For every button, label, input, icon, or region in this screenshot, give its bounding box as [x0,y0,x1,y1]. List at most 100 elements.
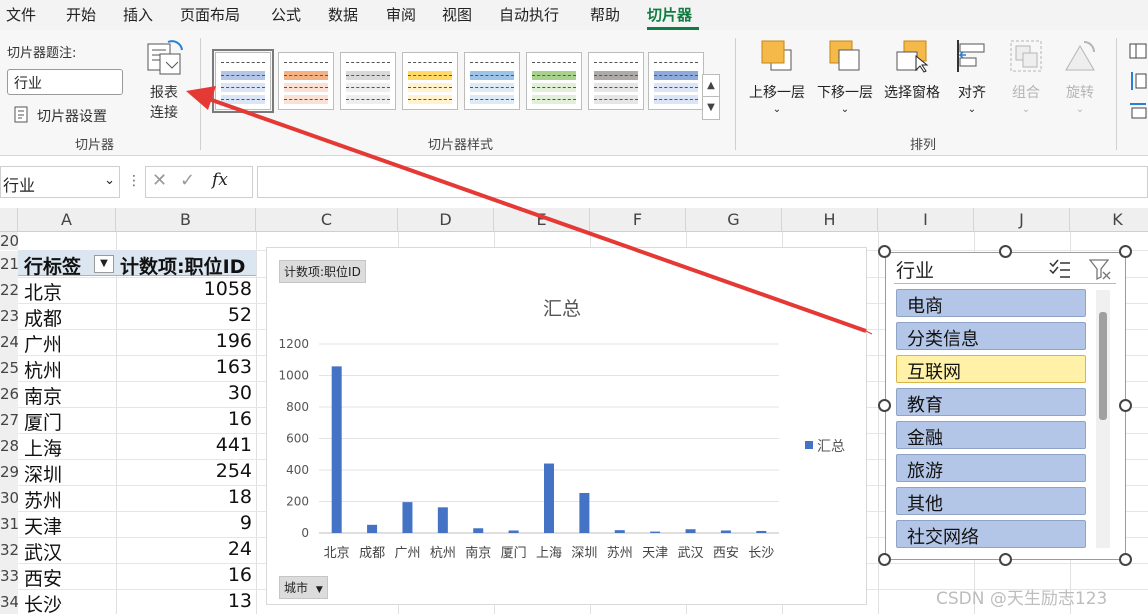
pivot-row[interactable]: 北京 1058 [18,278,256,304]
row-number[interactable]: 30 [0,485,18,511]
column-header[interactable]: A [18,208,116,232]
slicer-style-option[interactable] [588,52,644,110]
slicer-caption-input[interactable]: 行业 [7,69,123,95]
slicer-item[interactable]: 分类信息 [896,322,1086,350]
menu-formulas[interactable]: 公式 [271,4,301,25]
function-icon[interactable]: fx [212,170,228,190]
slicer-style-option[interactable] [648,52,704,110]
menu-slicer[interactable]: 切片器 [647,4,692,25]
slicer-style-option[interactable] [464,52,520,110]
resize-handle[interactable] [1119,553,1132,566]
slicer-item[interactable]: 社交网络 [896,520,1086,548]
column-header[interactable]: I [878,208,974,232]
pivot-row[interactable]: 西安 16 [18,564,256,590]
styles-scroll-up[interactable]: ▲ [702,74,720,98]
menu-view[interactable]: 视图 [442,4,472,25]
row-number[interactable]: 28 [0,433,18,459]
chart-bar[interactable] [437,507,448,533]
menu-insert[interactable]: 插入 [123,4,153,25]
filter-dropdown-icon[interactable]: ▼ [94,255,114,273]
column-header[interactable]: D [398,208,494,232]
chart-bar[interactable] [508,530,519,533]
confirm-icon[interactable]: ✓ [180,170,195,191]
chart-bar[interactable] [331,366,342,533]
row-number[interactable]: 32 [0,537,18,563]
slicer-settings-button[interactable]: 切片器设置 [12,104,132,126]
more-icon[interactable]: ⋮ [127,173,141,189]
select-all-corner[interactable] [0,208,18,232]
pivot-chart[interactable]: 计数项:职位ID 汇总 0 200 400 600 800 1000 1200 北京 成都 广州杭… [266,247,867,605]
column-header[interactable]: C [256,208,398,232]
slicer-item[interactable]: 互联网 [896,355,1086,383]
resize-handle[interactable] [999,553,1012,566]
chart-bar[interactable] [473,528,484,533]
chart-bar[interactable] [756,530,767,533]
row-number[interactable]: 27 [0,407,18,433]
bring-forward-button[interactable]: 上移一层 ⌄ [746,38,808,115]
menu-help[interactable]: 帮助 [590,4,620,25]
slicer-style-option[interactable] [402,52,458,110]
row-number[interactable]: 24 [0,329,18,355]
slicer-style-option[interactable] [526,52,582,110]
chart-bar[interactable] [367,524,378,533]
pivot-row[interactable]: 上海 441 [18,434,256,460]
column-header[interactable]: G [686,208,782,232]
clear-filter-icon[interactable] [1088,257,1112,281]
industry-slicer[interactable]: 行业 电商 分类信息 互联网 教育 金融 旅游 其他 社交网络 [885,252,1126,560]
row-number[interactable]: 33 [0,563,18,589]
pivot-row-labels-header[interactable]: 行标签 [24,252,81,279]
pivot-row[interactable]: 广州 196 [18,330,256,356]
resize-handle[interactable] [878,245,891,258]
chart-bar[interactable] [402,502,413,533]
menu-review[interactable]: 审阅 [386,4,416,25]
chart-bar[interactable] [614,530,625,533]
row-number[interactable]: 29 [0,459,18,485]
column-header[interactable]: F [590,208,686,232]
cancel-icon[interactable]: ✕ [152,170,167,191]
slicer-scroll-thumb[interactable] [1099,312,1107,420]
resize-handle[interactable] [878,399,891,412]
chart-bar[interactable] [685,529,696,533]
row-number[interactable]: 25 [0,355,18,381]
slicer-scrollbar[interactable] [1096,290,1110,548]
chart-bar[interactable] [579,492,590,533]
slicer-item[interactable]: 其他 [896,487,1086,515]
row-number[interactable]: 23 [0,303,18,329]
chart-bar[interactable] [720,530,731,533]
formula-input[interactable] [257,166,1148,198]
chevron-down-icon[interactable]: ⌄ [104,173,115,188]
resize-handle[interactable] [999,245,1012,258]
pivot-row[interactable]: 成都 52 [18,304,256,330]
slicer-item[interactable]: 旅游 [896,454,1086,482]
pivot-row[interactable]: 苏州 18 [18,486,256,512]
resize-handle[interactable] [1119,399,1132,412]
column-header[interactable]: J [974,208,1070,232]
slicer-item[interactable]: 教育 [896,388,1086,416]
group-button[interactable]: 组合 ⌄ [1004,38,1048,115]
menu-page-layout[interactable]: 页面布局 [180,4,240,25]
pivot-row[interactable]: 厦门 16 [18,408,256,434]
pivot-row[interactable]: 南京 30 [18,382,256,408]
send-backward-button[interactable]: 下移一层 ⌄ [814,38,876,115]
row-number[interactable]: 21 [0,251,18,277]
pivot-row[interactable]: 天津 9 [18,512,256,538]
column-header[interactable]: H [782,208,878,232]
slicer-item[interactable]: 电商 [896,289,1086,317]
chart-bar[interactable] [544,463,554,533]
slicer-style-option[interactable] [212,49,274,113]
name-box[interactable]: 行业 ⌄ [0,166,120,198]
column-header[interactable]: E [494,208,590,232]
menu-data[interactable]: 数据 [328,4,358,25]
resize-handle[interactable] [1119,245,1132,258]
row-number[interactable]: 31 [0,511,18,537]
menu-file[interactable]: 文件 [6,4,36,25]
rotate-button[interactable]: 旋转 ⌄ [1058,38,1102,115]
slicer-style-option[interactable] [340,52,396,110]
multi-select-icon[interactable] [1048,258,1072,280]
resize-handle[interactable] [878,553,891,566]
row-number[interactable]: 34 [0,589,18,614]
chart-axis-field-button[interactable]: 城市 ▼ [279,576,328,599]
menu-home[interactable]: 开始 [66,4,96,25]
column-header[interactable]: K [1070,208,1148,232]
row-number[interactable]: 20 [0,232,18,250]
